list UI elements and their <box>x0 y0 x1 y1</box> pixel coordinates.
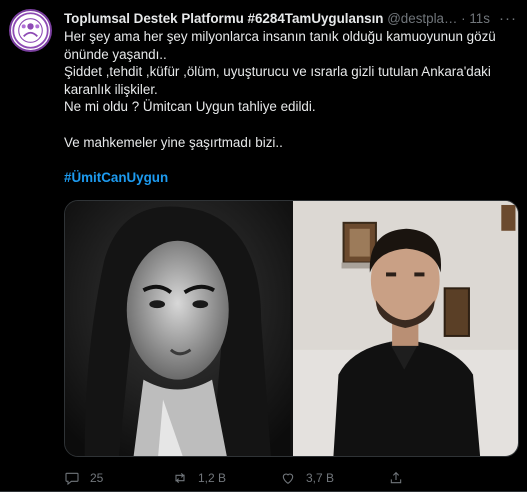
reply-count: 25 <box>90 471 104 485</box>
tweet-line: Ne mi oldu ? Ümitcan Uygun tahliye edild… <box>64 99 316 115</box>
photo-right[interactable] <box>292 201 518 456</box>
reply-icon <box>65 472 79 486</box>
retweet-count: 1,2 B <box>198 471 227 485</box>
share-icon <box>390 471 402 484</box>
share-button[interactable] <box>388 470 404 486</box>
tweet[interactable]: Toplumsal Destek Platformu #6284TamUygul… <box>0 0 527 492</box>
hashtag-link[interactable]: #ÜmitCanUygun <box>64 169 519 187</box>
like-button[interactable]: 3,7 B <box>280 470 388 486</box>
tweet-line: Şiddet ,tehdit ,küfür ,ölüm, uyuşturucu … <box>64 64 491 97</box>
tweet-text: Her şey ama her şey milyonlarca insanın … <box>64 28 519 186</box>
portrait-woman-image <box>65 201 291 456</box>
retweet-button[interactable]: 1,2 B <box>172 470 280 486</box>
separator-dot: · <box>461 11 466 26</box>
portrait-man-image <box>292 201 518 456</box>
tweet-line: Her şey ama her şey milyonlarca insanın … <box>64 29 496 62</box>
tweet-line: Ve mahkemeler yine şaşırtmadı bizi.. <box>64 134 283 150</box>
tweet-header: Toplumsal Destek Platformu #6284TamUygul… <box>64 10 519 28</box>
reply-button[interactable]: 25 <box>64 470 172 486</box>
more-options-icon[interactable]: ··· <box>499 10 517 28</box>
like-count: 3,7 B <box>306 471 335 485</box>
heart-icon <box>282 473 294 484</box>
user-handle[interactable]: @destpla… <box>387 11 457 26</box>
platform-logo-icon <box>12 12 49 49</box>
tweet-actions: 25 1,2 B 3,7 B <box>64 468 519 488</box>
display-name[interactable]: Toplumsal Destek Platformu #6284TamUygul… <box>64 11 383 26</box>
photo-left[interactable] <box>65 201 291 456</box>
media-grid <box>64 200 519 457</box>
retweet-icon <box>175 472 185 484</box>
timestamp[interactable]: 11s <box>469 11 490 26</box>
avatar[interactable] <box>9 9 52 52</box>
